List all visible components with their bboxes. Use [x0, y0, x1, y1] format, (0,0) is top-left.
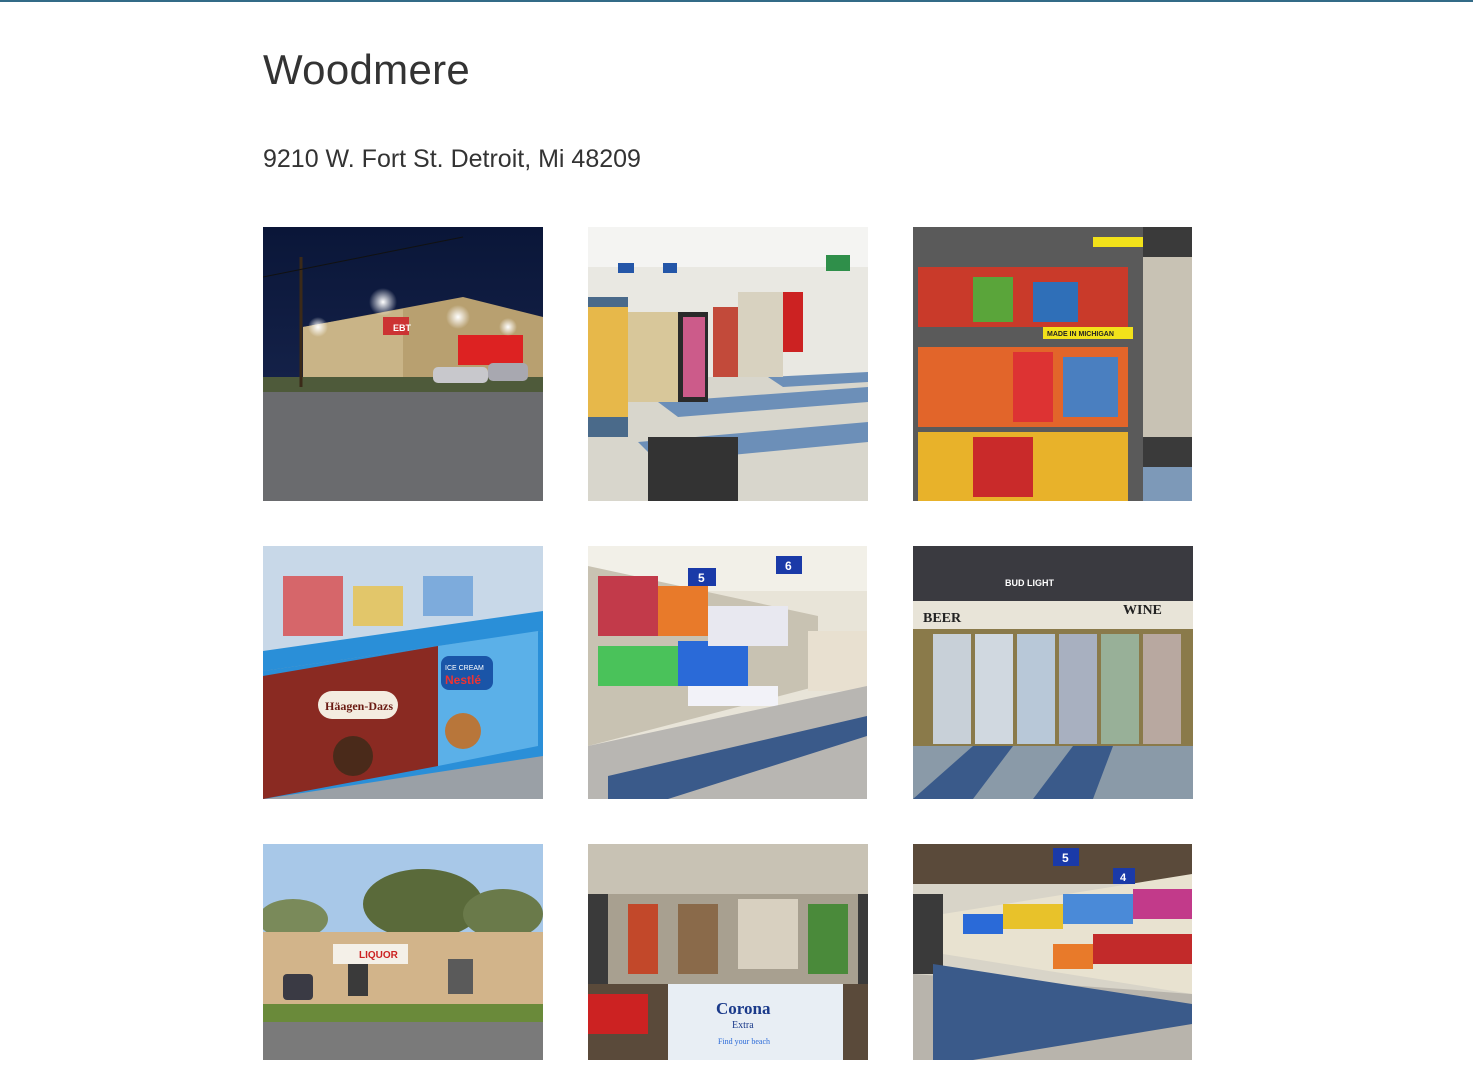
svg-text:Extra: Extra: [732, 1020, 754, 1031]
svg-text:Find your beach: Find your beach: [718, 1037, 770, 1046]
svg-text:4: 4: [1120, 872, 1127, 884]
photo-ice-cream-freezer[interactable]: Häagen-Dazs ICE CREAM Nestlé: [263, 546, 543, 799]
svg-text:BEER: BEER: [923, 611, 962, 626]
svg-text:Häagen-Dazs: Häagen-Dazs: [325, 699, 393, 713]
page-title: Woodmere: [263, 46, 471, 93]
svg-text:LIQUOR: LIQUOR: [359, 950, 399, 961]
top-border: [0, 0, 1473, 2]
photo-beer-wine-coolers[interactable]: BEER WINE BUD LIGHT: [913, 546, 1193, 799]
photo-store-interior-aisles[interactable]: [588, 227, 868, 501]
svg-text:5: 5: [698, 571, 705, 585]
svg-text:Corona: Corona: [716, 999, 771, 1018]
svg-text:5: 5: [1062, 851, 1069, 865]
svg-text:WINE: WINE: [1123, 603, 1162, 618]
photo-pet-food-aisle[interactable]: 5 4: [913, 844, 1192, 1060]
photo-store-exterior-day[interactable]: LIQUOR: [263, 844, 543, 1060]
svg-text:EBT: EBT: [393, 323, 412, 333]
svg-text:ICE CREAM: ICE CREAM: [445, 665, 484, 672]
photo-chips-rack[interactable]: MADE IN MICHIGAN: [913, 227, 1192, 501]
svg-text:Nestlé: Nestlé: [445, 673, 481, 687]
svg-text:BUD LIGHT: BUD LIGHT: [1005, 578, 1054, 588]
photo-checkout-counter[interactable]: Corona Extra Find your beach: [588, 844, 868, 1060]
store-address: 9210 W. Fort St. Detroit, Mi 48209: [263, 145, 641, 173]
svg-text:6: 6: [785, 559, 792, 573]
photo-household-aisle[interactable]: 5 6: [588, 546, 867, 799]
svg-text:MADE IN MICHIGAN: MADE IN MICHIGAN: [1047, 331, 1114, 338]
photo-store-exterior-night[interactable]: EBT: [263, 227, 543, 501]
